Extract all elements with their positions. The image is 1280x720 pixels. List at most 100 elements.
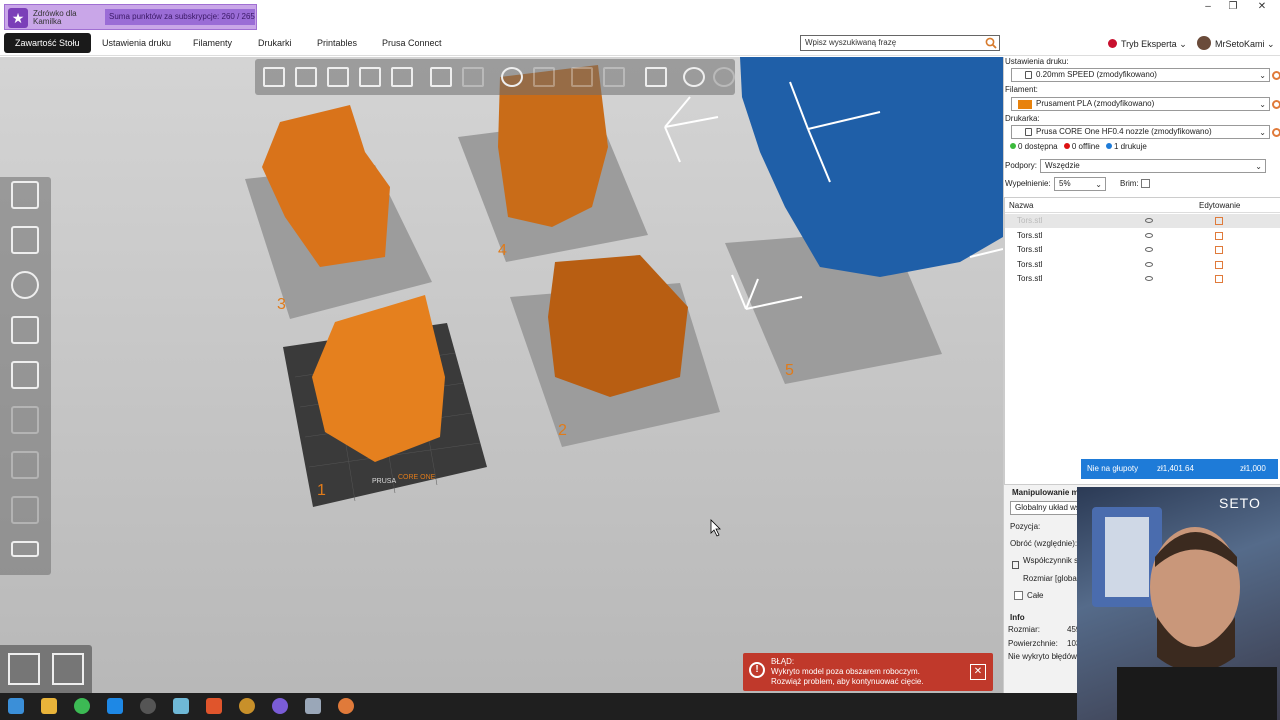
whole-checkbox[interactable] xyxy=(1014,591,1023,600)
tab-filaments[interactable]: Filamenty xyxy=(182,33,243,53)
add-instance-icon[interactable] xyxy=(501,67,523,87)
app-icon[interactable] xyxy=(107,698,123,714)
eye-icon[interactable] xyxy=(1145,233,1153,238)
bed-number-5: 5 xyxy=(785,362,794,379)
start-icon[interactable] xyxy=(8,698,24,714)
delete-object-icon[interactable] xyxy=(295,67,317,87)
arrange-icon[interactable] xyxy=(359,67,381,87)
plater-scene[interactable]: 1 2 3 4 5 PRUSA CORE ONE xyxy=(0,57,1003,693)
eye-icon[interactable] xyxy=(1145,218,1153,223)
scale-icon[interactable] xyxy=(11,226,39,254)
goal-target: zł1,000 xyxy=(1240,464,1266,473)
edit-icon[interactable] xyxy=(1215,246,1223,254)
list-item[interactable]: Tors.stl xyxy=(1005,258,1280,272)
add-object-icon[interactable] xyxy=(263,67,285,87)
move-icon[interactable] xyxy=(11,181,39,209)
measure-icon[interactable] xyxy=(11,541,39,557)
infill-select[interactable]: 5% ⌄ xyxy=(1054,177,1106,191)
printing-dot-icon xyxy=(1105,143,1112,149)
copy-icon[interactable] xyxy=(430,67,452,87)
user-account-menu[interactable]: MrSetoKami ⌄ xyxy=(1197,36,1275,52)
infill-label: Wypełnienie: xyxy=(1005,179,1051,188)
printer-value: Prusa CORE One HF0.4 nozzle (zmodyfikowa… xyxy=(1036,127,1212,136)
search-icon[interactable] xyxy=(985,37,997,49)
eye-icon[interactable] xyxy=(1145,276,1153,281)
gear-icon[interactable] xyxy=(1272,100,1280,109)
eye-icon[interactable] xyxy=(1145,247,1153,252)
position-label: Pozycja: xyxy=(1010,522,1041,531)
maximize-button[interactable]: ❐ xyxy=(1219,0,1247,14)
gear-icon[interactable] xyxy=(1272,128,1280,137)
split-objects-icon[interactable] xyxy=(571,67,593,87)
tab-prusa-connect[interactable]: Prusa Connect xyxy=(371,33,453,53)
cut-icon[interactable] xyxy=(11,361,39,389)
tab-print-settings[interactable]: Ustawienia druku xyxy=(91,33,182,53)
webcam-overlay: SETO xyxy=(1077,487,1280,720)
paint-supports-icon[interactable] xyxy=(11,406,39,434)
list-item[interactable]: Tors.stl xyxy=(1005,272,1280,286)
print-settings-select[interactable]: 0.20mm SPEED (zmodyfikowano) ⌄ xyxy=(1011,68,1270,82)
object-name: Tors.stl xyxy=(1017,274,1043,283)
list-item[interactable]: Tors.stl xyxy=(1005,243,1280,257)
main-tab-bar: Zawartość Stołu Ustawienia druku Filamen… xyxy=(0,30,1280,56)
layers-editing-icon[interactable] xyxy=(645,67,667,87)
edit-icon[interactable] xyxy=(1215,261,1223,269)
model-tors-2[interactable] xyxy=(548,255,688,397)
tab-plater[interactable]: Zawartość Stołu xyxy=(4,33,91,53)
arrange-selection-icon[interactable] xyxy=(391,67,413,87)
edit-icon[interactable] xyxy=(1215,217,1223,225)
tab-printables[interactable]: Printables xyxy=(306,33,368,53)
3d-view-icon[interactable] xyxy=(8,653,40,685)
brave-icon[interactable] xyxy=(206,698,222,714)
undo-icon[interactable] xyxy=(683,67,705,87)
coordinate-system-select[interactable]: Globalny układ wsp xyxy=(1010,501,1080,515)
bed-model: CORE ONE xyxy=(398,474,436,481)
lock-icon[interactable] xyxy=(1012,561,1019,569)
mode-indicator-icon xyxy=(1108,39,1117,48)
expert-mode-selector[interactable]: Tryb Eksperta ⌄ xyxy=(1108,37,1187,51)
photos-icon[interactable] xyxy=(305,698,321,714)
edit-icon[interactable] xyxy=(1215,275,1223,283)
search-input[interactable]: Wpisz wyszukiwaną frazę xyxy=(800,35,1000,51)
eye-icon[interactable] xyxy=(1145,262,1153,267)
seam-painting-icon[interactable] xyxy=(11,451,39,479)
manipulation-title: Manipulowanie m xyxy=(1012,488,1079,497)
app-icon[interactable] xyxy=(140,698,156,714)
gear-icon[interactable] xyxy=(1272,71,1280,80)
chrome-icon[interactable] xyxy=(74,698,90,714)
split-parts-icon[interactable] xyxy=(603,67,625,87)
object-list: Nazwa Edytowanie Tors.stl Tors.stl Tors.… xyxy=(1004,197,1280,485)
info-title: Info xyxy=(1010,613,1025,622)
prusaslicer-icon[interactable] xyxy=(338,698,354,714)
multimaterial-painting-icon[interactable] xyxy=(11,496,39,524)
printer-select[interactable]: Prusa CORE One HF0.4 nozzle (zmodyfikowa… xyxy=(1011,125,1270,139)
supports-select[interactable]: Wszędzie ⌄ xyxy=(1040,159,1266,173)
discord-icon[interactable] xyxy=(272,698,288,714)
close-window-button[interactable]: ✕ xyxy=(1248,0,1276,14)
error-notification: ! BŁĄD: Wykryto model poza obszarem robo… xyxy=(743,653,993,691)
list-item[interactable]: Tors.stl xyxy=(1005,229,1280,243)
minimize-button[interactable]: – xyxy=(1194,0,1222,14)
file-explorer-icon[interactable] xyxy=(41,698,57,714)
place-on-face-icon[interactable] xyxy=(11,316,39,344)
brim-checkbox[interactable] xyxy=(1141,179,1150,188)
app-icon[interactable] xyxy=(173,698,189,714)
filament-select[interactable]: Prusament PLA (zmodyfikowano) ⌄ xyxy=(1011,97,1270,111)
close-icon[interactable]: ✕ xyxy=(970,664,986,680)
edit-icon[interactable] xyxy=(1215,232,1223,240)
paste-icon[interactable] xyxy=(462,67,484,87)
tab-printers[interactable]: Drukarki xyxy=(247,33,303,53)
preview-layers-icon[interactable] xyxy=(52,653,84,685)
view-mode-toggle xyxy=(0,645,92,693)
filament-value: Prusament PLA (zmodyfikowano) xyxy=(1036,99,1155,108)
remove-instance-icon[interactable] xyxy=(533,67,555,87)
chevron-down-icon: ⌄ xyxy=(1255,162,1262,171)
rotate-icon[interactable] xyxy=(11,271,39,299)
list-item[interactable]: Tors.stl xyxy=(1005,214,1280,228)
3d-viewport[interactable]: 1 2 3 4 5 PRUSA CORE ONE ! BŁĄD: Wykryto… xyxy=(0,57,1003,693)
app-icon[interactable] xyxy=(239,698,255,714)
infill-value: 5% xyxy=(1059,179,1071,188)
taskbar xyxy=(0,693,1077,720)
delete-all-icon[interactable] xyxy=(327,67,349,87)
redo-icon[interactable] xyxy=(713,67,735,87)
